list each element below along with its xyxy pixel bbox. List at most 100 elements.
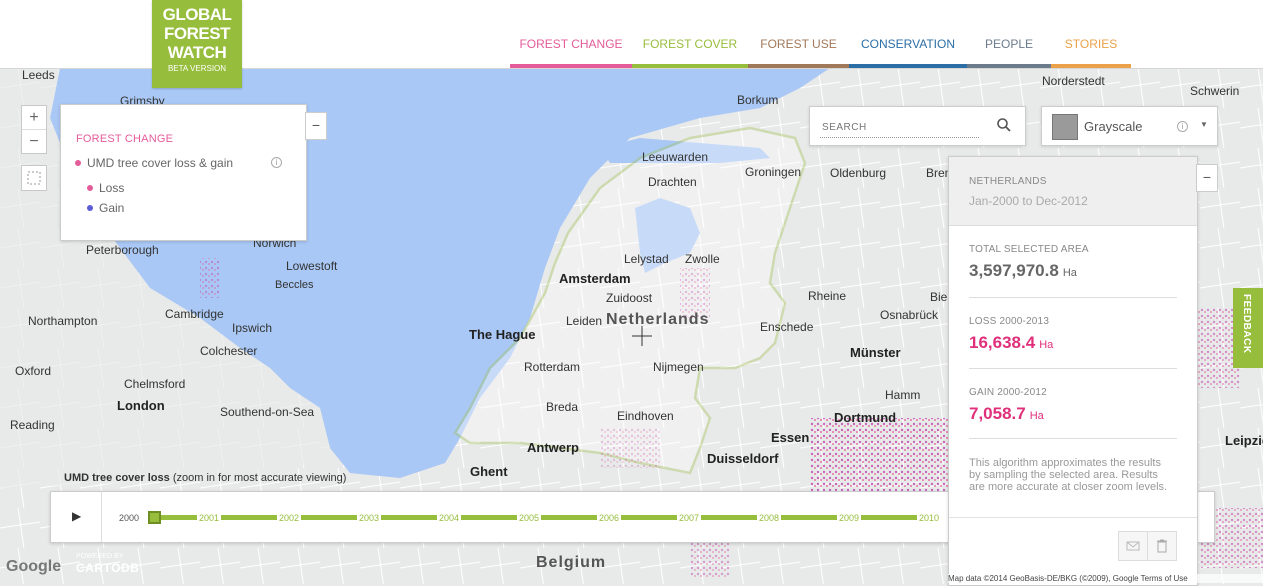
city-label: Schwerin xyxy=(1190,84,1240,98)
city-label: Lowestoft xyxy=(286,259,338,273)
cartodb-logo: POWERED BY CARTODB xyxy=(76,553,139,575)
nav-label: FOREST COVER xyxy=(642,37,738,51)
legend-gain-label: Gain xyxy=(99,201,125,215)
country-label: Netherlands xyxy=(606,311,710,328)
analysis-minimize-button[interactable]: − xyxy=(1196,164,1218,192)
search-icon[interactable] xyxy=(996,117,1012,133)
nav-label: FOREST CHANGE xyxy=(519,37,623,51)
timeline-year[interactable]: 2008 xyxy=(757,513,782,523)
city-label: Beccles xyxy=(275,279,314,291)
unit-label: Ha xyxy=(1039,339,1054,351)
timeline-year[interactable]: 2003 xyxy=(357,513,382,523)
nav-forest-use[interactable]: FOREST USE xyxy=(748,0,849,68)
legend-layer-toggle[interactable]: UMD tree cover loss & gain xyxy=(75,156,233,170)
gfw-logo[interactable]: GLOBAL FOREST WATCH BETA VERSION xyxy=(152,0,242,88)
basemap-label: Grayscale xyxy=(1084,119,1143,134)
main-nav: FOREST CHANGE FOREST COVER FOREST USE CO… xyxy=(510,0,1131,68)
layer-caption: UMD tree cover loss (zoom in for most ac… xyxy=(64,472,346,484)
timeline-start-handle[interactable] xyxy=(148,511,161,524)
timeline-year[interactable]: 2010 xyxy=(917,513,942,523)
play-button[interactable]: ▶ xyxy=(51,492,102,542)
city-label: Southend-on-Sea xyxy=(220,405,315,419)
city-label: Drachten xyxy=(648,175,697,189)
city-label: Ipswich xyxy=(232,321,273,335)
nav-people[interactable]: PEOPLE xyxy=(967,0,1051,68)
country-label: Belgium xyxy=(536,554,607,571)
basemap-selector[interactable]: Grayscale i ▼ xyxy=(1041,106,1218,146)
zoom-out-button[interactable]: − xyxy=(22,129,46,153)
powered-by-label: POWERED BY xyxy=(76,553,124,560)
layer-dot-icon xyxy=(75,159,81,166)
city-label: Groningen xyxy=(745,165,802,179)
basemap-thumbnail xyxy=(1052,114,1078,140)
search-input[interactable] xyxy=(820,117,979,138)
total-area-label: TOTAL SELECTED AREA xyxy=(969,244,1089,255)
city-label: Leeds xyxy=(22,68,55,82)
divider xyxy=(969,368,1177,369)
timeline-year[interactable]: 2009 xyxy=(837,513,862,523)
analysis-header: NETHERLANDS Jan-2000 to Dec-2012 xyxy=(949,157,1197,226)
gain-number: 7,058.7 xyxy=(969,404,1026,423)
legend-loss: Loss xyxy=(87,181,124,195)
total-area-value: 3,597,970.8 Ha xyxy=(969,261,1077,281)
cartodb-label: CARTODB xyxy=(76,561,140,575)
gain-dot-icon xyxy=(87,204,93,211)
divider xyxy=(949,517,1197,518)
city-label: Antwerp xyxy=(527,440,579,455)
info-icon[interactable]: i xyxy=(271,157,282,168)
timeline-year[interactable]: 2006 xyxy=(597,513,622,523)
legend-category-title: FOREST CHANGE xyxy=(76,133,174,145)
nav-label: FOREST USE xyxy=(760,37,837,51)
city-label: Oxford xyxy=(15,364,52,378)
nav-stories[interactable]: STORIES xyxy=(1051,0,1131,68)
mail-icon xyxy=(1126,541,1140,551)
search-box xyxy=(809,106,1026,146)
timeline-year: 2000 xyxy=(117,513,142,523)
city-label: Hamm xyxy=(885,388,921,402)
city-label: Peterborough xyxy=(86,243,159,257)
gain-value: 7,058.7 Ha xyxy=(969,404,1044,424)
timeline-year[interactable]: 2001 xyxy=(197,513,222,523)
timeline-year[interactable]: 2002 xyxy=(277,513,302,523)
city-label: Rheine xyxy=(808,289,847,303)
info-icon[interactable]: i xyxy=(1177,121,1188,132)
logo-text: GLOBAL xyxy=(162,5,232,24)
nav-forest-change[interactable]: FOREST CHANGE xyxy=(510,0,632,68)
analysis-note: This algorithm approximates the results … xyxy=(969,457,1168,493)
city-label: Reading xyxy=(10,418,55,432)
subscribe-button[interactable] xyxy=(1118,531,1148,561)
delete-analysis-button[interactable] xyxy=(1147,531,1177,561)
city-label: Leipzig xyxy=(1225,433,1263,448)
map-attribution: Map data ©2014 GeoBasis-DE/BKG (©2009), … xyxy=(948,574,1263,583)
legend-minimize-button[interactable]: − xyxy=(305,112,327,140)
feedback-label: FEEDBACK xyxy=(1241,294,1252,354)
unit-label: Ha xyxy=(1029,410,1044,422)
timeline-year[interactable]: 2007 xyxy=(677,513,702,523)
city-label: Ghent xyxy=(470,464,508,479)
city-label: Nijmegen xyxy=(653,360,704,374)
shape-icon xyxy=(27,171,41,185)
analysis-panel: NETHERLANDS Jan-2000 to Dec-2012 TOTAL S… xyxy=(948,156,1198,586)
zoom-in-button[interactable]: + xyxy=(22,106,46,129)
city-label: Northampton xyxy=(28,314,98,328)
loss-dot-icon xyxy=(87,184,93,191)
city-label: Leiden xyxy=(566,314,603,328)
city-label: Zwolle xyxy=(685,252,720,266)
legend-layer-label: UMD tree cover loss & gain xyxy=(87,156,234,170)
google-logo: Google xyxy=(6,558,62,575)
timeline-year[interactable]: 2004 xyxy=(437,513,462,523)
timeline-year[interactable]: 2005 xyxy=(517,513,542,523)
nav-label: PEOPLE xyxy=(984,37,1034,51)
city-label: Lelystad xyxy=(624,252,669,266)
nav-label: CONSERVATION xyxy=(860,37,955,51)
nav-forest-cover[interactable]: FOREST COVER xyxy=(632,0,748,68)
city-label: Chelmsford xyxy=(124,377,186,391)
nav-label: STORIES xyxy=(1064,37,1118,51)
chevron-down-icon: ▼ xyxy=(1200,120,1208,129)
feedback-tab[interactable]: FEEDBACK xyxy=(1233,288,1263,368)
draw-shape-button[interactable] xyxy=(21,165,47,191)
loss-label: LOSS 2000-2013 xyxy=(969,316,1050,327)
nav-conservation[interactable]: CONSERVATION xyxy=(849,0,967,68)
loss-value: 16,638.4 Ha xyxy=(969,333,1053,353)
loss-number: 16,638.4 xyxy=(969,333,1036,352)
